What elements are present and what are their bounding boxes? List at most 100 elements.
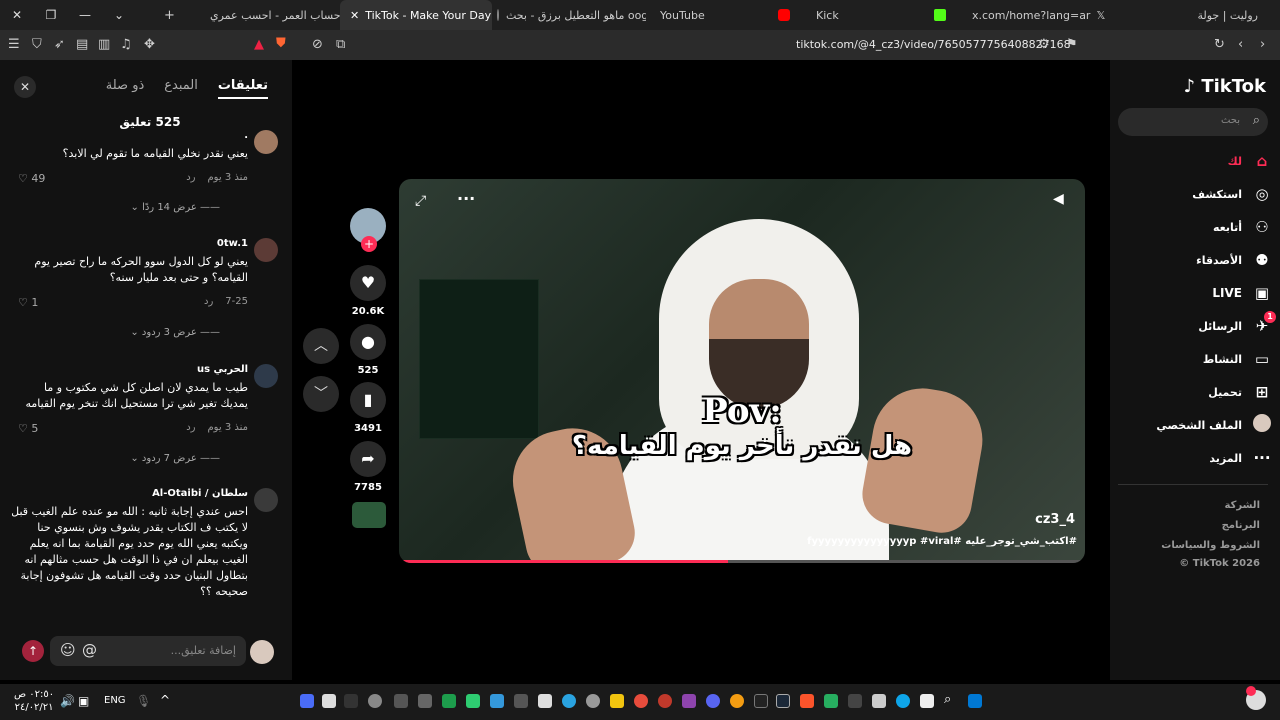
comment-user[interactable]: الحربي us [197,364,248,375]
back-icon[interactable]: › [1260,37,1265,52]
taskbar-app-icon[interactable] [776,694,790,708]
taskbar-app-icon[interactable] [418,694,432,708]
view-replies-button[interactable]: —— عرض 14 ردًا ⌄ [130,202,220,213]
nav-following[interactable]: ⚇ أتابعه [1122,214,1272,240]
taskbar-app-icon[interactable] [562,694,576,708]
new-tab-icon[interactable]: + [164,8,175,23]
taskbar-app-icon[interactable] [466,694,480,708]
tab-comments[interactable]: تعليقات [217,78,268,99]
reply-button[interactable]: رد [186,422,195,433]
screenshot-icon[interactable]: ⊘ [312,37,323,52]
footer-program[interactable]: البرنامج [1222,520,1260,531]
footer-terms[interactable]: الشروط والسياسات [1161,540,1260,551]
reload-icon[interactable]: ↻ [1214,37,1225,52]
restore-window-icon[interactable]: ❐ [34,8,68,22]
taskbar-app-icon[interactable] [538,694,552,708]
nav-activity[interactable]: ▭ النشاط [1122,346,1272,372]
avatar[interactable] [254,488,278,512]
video-hashtags[interactable]: #اكتب_شي_توجر_عليه #fyyyyyyyyyyyyyyyp #v… [807,536,1077,547]
taskbar-app-icon[interactable] [682,694,696,708]
comment-like-button[interactable]: 1 ♡ [18,296,38,309]
taskbar-app-icon[interactable] [634,694,648,708]
tab-related[interactable]: ذو صلة [106,78,145,99]
tab-list-icon[interactable]: ⌄ [102,8,136,22]
comment-button[interactable]: ● [350,324,386,360]
avatar[interactable] [254,130,278,154]
view-replies-button[interactable]: —— عرض 7 ردود ⌄ [130,453,220,464]
extensions-icon[interactable]: ✥ [144,37,155,52]
view-replies-button[interactable]: —— عرض 3 ردود ⌄ [130,327,220,338]
comment-like-button[interactable]: 5 ♡ [18,422,38,435]
follow-plus-button[interactable]: + [361,236,377,252]
taskbar-app-icon[interactable] [610,694,624,708]
comment-user[interactable]: . [244,130,248,141]
volume-tray-icon[interactable]: 🔊 [60,694,75,708]
reader-icon[interactable]: ▥ [98,37,110,52]
clock[interactable]: ٠٢:٥٠ ص ٢٤/٠٢/٢١ [14,688,54,714]
taskbar-app-icon[interactable] [658,694,672,708]
search-taskbar-icon[interactable]: ⌕ [944,692,951,707]
footer-company[interactable]: الشركة [1225,500,1260,511]
share-button[interactable]: ➦ [350,441,386,477]
bookmark-icon[interactable]: ⚑ [1066,37,1078,52]
send-button[interactable]: ↑ [22,640,44,662]
tray-overflow-icon[interactable]: ^ [160,693,170,707]
video-progress-bar[interactable] [399,560,1085,563]
tab-age-calculator[interactable]: حساب العمر - احسب عمري [200,0,341,30]
nav-more[interactable]: ··· المزيد [1122,445,1272,471]
more-options-icon[interactable]: ··· [457,189,475,208]
taskbar-app-icon[interactable] [586,694,600,708]
language-indicator[interactable]: ENG [104,695,126,706]
reply-button[interactable]: رد [204,296,213,307]
tab-kick[interactable]: Kick [806,0,956,30]
translate-icon[interactable]: ⧉ [336,37,345,52]
comment-input[interactable]: إضافة تعليق... @ ☺ [50,636,246,666]
taskbar-app-icon[interactable] [514,694,528,708]
taskbar-app-icon[interactable] [706,694,720,708]
avatar[interactable] [254,364,278,388]
mic-tray-icon[interactable]: 🎙 [136,694,151,708]
taskbar-app-icon[interactable] [344,694,358,708]
tab-google-search[interactable]: ماهو التعطيل برزق - بحث oogle [496,0,646,30]
mention-icon[interactable]: @ [82,641,97,659]
close-comments-button[interactable]: ✕ [14,76,36,98]
comment-user[interactable]: سلطان / Al-Otaibi [152,488,248,499]
sidebar-icon[interactable]: ▤ [76,37,88,52]
taskbar-app-icon[interactable] [872,694,886,708]
taskbar-app-icon[interactable] [442,694,456,708]
display-tray-icon[interactable]: ▣ [78,694,89,708]
avatar[interactable] [254,238,278,262]
tab-x[interactable]: x.com/home?lang=ar 𝕏 [962,0,1112,30]
music-icon[interactable]: ♫ [120,37,132,52]
close-tab-icon[interactable]: ✕ [350,9,359,22]
start-button[interactable] [968,694,982,708]
nav-profile[interactable]: الملف الشخصي [1122,412,1272,438]
taskbar-app-icon[interactable] [800,694,814,708]
nav-for-you[interactable]: ⌂ لك [1122,148,1272,174]
taskbar-app-icon[interactable] [394,694,408,708]
video-author[interactable]: cz3_4 [1035,512,1075,527]
taskbar-app-icon[interactable] [848,694,862,708]
fullscreen-icon[interactable]: ⤢ [415,193,426,209]
rocket-icon[interactable]: ➶ [54,37,65,52]
url-text[interactable]: tiktok.com/@4_cz3/video/7650577756408827… [796,38,1071,51]
close-window-icon[interactable]: ✕ [0,8,34,22]
taskbar-app-icon[interactable] [300,694,314,708]
nav-explore[interactable]: ◎ استكشف [1122,181,1272,207]
nav-live[interactable]: ▣ LIVE [1122,280,1272,306]
comment-like-button[interactable]: 49 ♡ [18,172,45,185]
taskbar-app-icon[interactable] [322,694,336,708]
tab-youtube[interactable]: YouTube [650,0,800,30]
taskbar-app-icon[interactable] [824,694,838,708]
volume-icon[interactable]: ◀ [1053,191,1064,207]
comment-user[interactable]: 0tw.1 [217,238,248,249]
tiktok-logo[interactable]: ♪ TikTok [1184,76,1266,97]
previous-video-button[interactable]: ︿ [303,328,339,364]
taskbar-app-icon[interactable] [896,694,910,708]
tab-creator[interactable]: المبدع [164,78,198,99]
taskbar-app-icon[interactable] [754,694,768,708]
menu-icon[interactable]: ☰ [8,37,20,52]
reply-button[interactable]: رد [186,172,195,183]
video-player[interactable]: ⤢ ··· ◀ Pov: هل نقدر نأخر يوم القيامه؟ c… [399,179,1085,563]
tab-roulette[interactable]: روليت | جولة [1118,0,1268,30]
